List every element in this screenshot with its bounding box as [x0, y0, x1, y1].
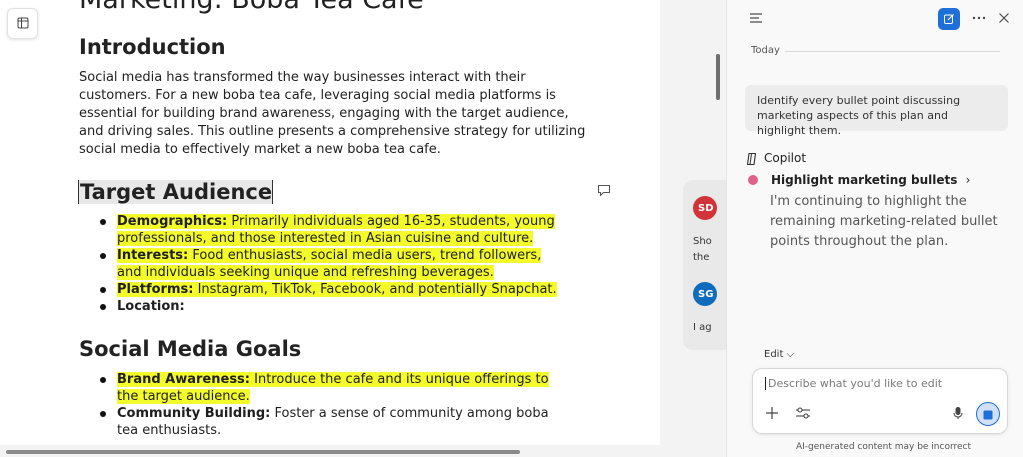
action-label: Highlight marketing bullets [771, 173, 958, 187]
list-item[interactable]: Location: [97, 298, 567, 315]
list-item[interactable]: Interests: Food enthusiasts, social medi… [97, 247, 567, 281]
heading-introduction: Introduction [79, 35, 226, 59]
comment-snippet: the [693, 252, 710, 263]
more-options-icon[interactable] [972, 12, 986, 24]
bullet-text: Instagram, TikTok, Facebook, and potenti… [193, 282, 557, 297]
bullet-term: Platforms: [117, 282, 194, 297]
list-item[interactable]: Community Building: Foster a sense of co… [97, 405, 567, 439]
document-title: Marketing: Boba Tea Cafe [79, 0, 424, 15]
settings-sliders-icon[interactable] [795, 406, 811, 420]
chevron-right-icon: › [965, 173, 971, 187]
page-layout-button[interactable] [7, 8, 38, 39]
assistant-name: Copilot [764, 151, 807, 165]
intro-paragraph: Social media has transformed the way bus… [79, 70, 586, 157]
bullet-term: Brand Awareness: [117, 372, 250, 387]
heading-social-media-goals: Social Media Goals [79, 337, 302, 361]
close-icon[interactable] [998, 12, 1010, 24]
layout-icon [17, 14, 29, 33]
menu-icon[interactable] [749, 12, 763, 24]
comment-snippet: I ag [693, 322, 712, 333]
heading-target-audience[interactable]: Target Audience [78, 180, 274, 204]
target-audience-list: Demographics: Primarily individuals aged… [97, 213, 567, 315]
stop-button[interactable] [976, 402, 1000, 426]
copilot-logo-icon [745, 152, 760, 166]
goals-list: Brand Awareness: Introduce the cafe and … [97, 371, 567, 439]
prompt-input[interactable] [765, 377, 995, 390]
stop-icon [983, 405, 993, 424]
bullet-term: Interests: [117, 248, 189, 263]
selected-heading-text[interactable]: Target Audience [78, 180, 274, 204]
date-divider-label: Today [751, 45, 780, 56]
bullet-term: Demographics: [117, 214, 228, 229]
bullet-term: Location: [117, 299, 185, 314]
new-chat-button[interactable] [938, 8, 960, 30]
edit-mode-dropdown[interactable]: Edit ⌵ [764, 349, 794, 360]
user-message: Identify every bullet point discussing m… [745, 85, 1008, 137]
prompt-box [752, 368, 1008, 434]
list-item[interactable]: Platforms: Instagram, TikTok, Facebook, … [97, 281, 567, 298]
vertical-scrollbar[interactable] [716, 54, 720, 100]
ai-disclaimer: AI-generated content may be incorrect [796, 442, 972, 452]
add-comment-icon[interactable] [597, 182, 611, 201]
avatar: SG [693, 282, 717, 306]
status-dot [748, 175, 758, 185]
avatar: SD [693, 196, 717, 220]
horizontal-scrollbar[interactable] [6, 450, 520, 454]
comment-snippet: Sho [693, 236, 712, 247]
copilot-pane: Today Identify every bullet point discus… [726, 0, 1023, 457]
bullet-term: Community Building: [117, 406, 271, 421]
assistant-reply: I'm continuing to highlight the remainin… [770, 194, 998, 249]
microphone-icon[interactable] [953, 406, 963, 420]
highlight-action-link[interactable]: Highlight marketing bullets › [771, 173, 970, 187]
add-icon[interactable] [765, 406, 779, 420]
list-item[interactable]: Demographics: Primarily individuals aged… [97, 213, 567, 247]
date-divider [785, 51, 1000, 52]
document-page[interactable]: Marketing: Boba Tea Cafe Introduction So… [0, 0, 660, 445]
comments-panel[interactable]: SD Sho the SG I ag [683, 180, 727, 350]
compose-icon [943, 10, 955, 29]
list-item[interactable]: Brand Awareness: Introduce the cafe and … [97, 371, 567, 405]
